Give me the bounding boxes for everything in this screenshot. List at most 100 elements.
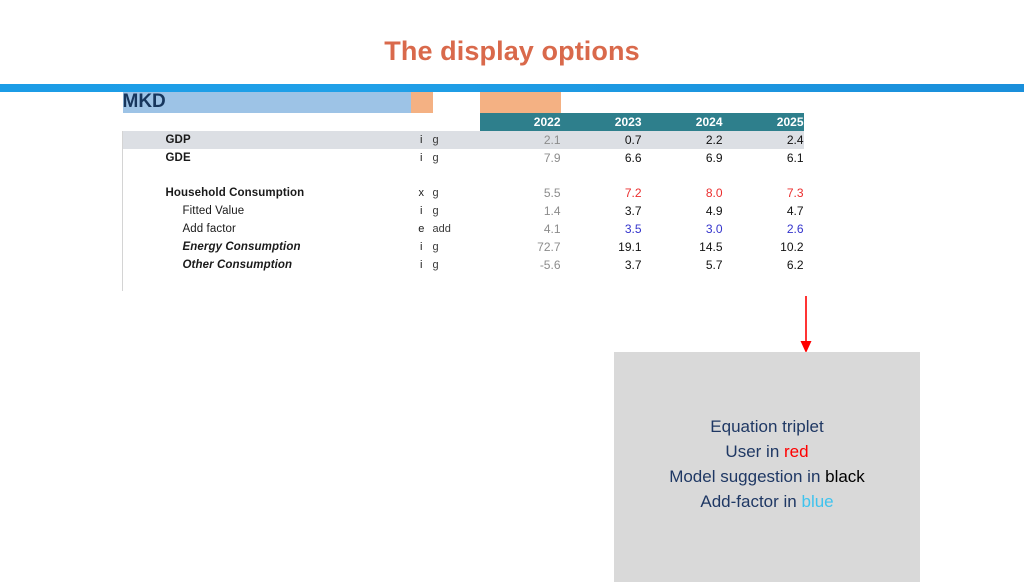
row-type-code: i [420, 204, 423, 217]
value-cell-2023[interactable]: 3.7 [561, 202, 642, 220]
year-header-2022: 2022 [479, 112, 561, 131]
banner-cell-2025[interactable] [722, 92, 804, 113]
value-cell-2024[interactable] [642, 167, 723, 184]
value-cell-2023[interactable] [561, 274, 642, 291]
row-stub-cell[interactable] [122, 166, 166, 184]
value-cell-2024[interactable]: 8.0 [642, 184, 723, 202]
value-cell-2024[interactable]: 6.9 [642, 149, 723, 167]
value-cell-2024[interactable]: 14.5 [642, 238, 722, 256]
value-cell-2025[interactable]: 2.6 [723, 220, 804, 238]
year-header-unit [432, 112, 478, 131]
value-cell-2023[interactable]: 6.6 [561, 149, 642, 167]
value-cell-2022[interactable] [480, 167, 561, 184]
value-cell-2025[interactable]: 2.4 [722, 130, 804, 149]
row-label: Household Consumption [165, 186, 305, 199]
callout-box: Equation triplet User in red Model sugge… [614, 352, 920, 582]
row-unit-code [433, 274, 478, 291]
row-type-code [411, 274, 433, 291]
value-cell-2025[interactable] [723, 274, 804, 291]
row-stub-cell[interactable] [122, 219, 166, 238]
table-row [122, 273, 804, 291]
row-stub-cell[interactable] [122, 201, 166, 220]
banner-cell-2024[interactable] [641, 92, 723, 113]
value-cell-2024[interactable]: 2.2 [641, 130, 723, 149]
value-cell-2022[interactable] [480, 274, 561, 291]
row-label: Add factor [182, 222, 236, 235]
sheet-banner-label: MKD [122, 91, 411, 113]
value-cell-2024[interactable]: 3.0 [642, 220, 723, 238]
callout-line-2-highlight: red [784, 442, 809, 461]
table-row: Household Consumption x g 5.5 7.2 8.0 7.3 [122, 183, 804, 202]
callout-line-2-prefix: User in [725, 442, 784, 461]
row-stub-cell[interactable] [122, 130, 166, 149]
row-unit-code: g [432, 151, 439, 164]
row-type-code: i [420, 240, 423, 253]
row-label: GDP [165, 130, 411, 149]
table-row: Fitted Value i g 1.4 3.7 4.9 4.7 [122, 201, 804, 220]
row-stub-cell[interactable] [122, 237, 166, 256]
row-type-code: e [418, 222, 425, 235]
value-cell-2025[interactable] [723, 167, 804, 184]
value-cell-2022[interactable]: 4.1 [480, 220, 561, 238]
forecast-table: MKD 2022 2023 2024 2025 GDP i g 2.1 0.7 2.2 2.4 GDE i… [122, 91, 804, 291]
year-header-type [410, 112, 433, 131]
row-unit-code: g [432, 186, 439, 199]
value-cell-2023[interactable]: 3.7 [561, 256, 642, 274]
row-type-code [411, 167, 433, 184]
value-cell-2024[interactable]: 5.7 [642, 256, 723, 274]
banner-cell-unit[interactable] [432, 92, 478, 113]
value-cell-2023[interactable]: 3.5 [561, 220, 642, 238]
value-cell-2022[interactable]: 5.5 [480, 184, 561, 202]
row-label: Fitted Value [182, 204, 245, 217]
row-label: Other Consumption [182, 258, 293, 271]
table-row: Add factor e add 4.1 3.5 3.0 2.6 [122, 219, 804, 238]
callout-line-3: Model suggestion in black [614, 464, 920, 489]
row-type-code: i [420, 151, 423, 164]
callout-line-3-highlight: black [825, 467, 865, 486]
value-cell-2025[interactable]: 4.7 [723, 202, 804, 220]
value-cell-2025[interactable]: 6.2 [723, 256, 804, 274]
callout-line-4-highlight: blue [801, 492, 834, 511]
row-type-code: x [418, 186, 425, 199]
banner-cell-2023[interactable] [560, 92, 642, 113]
callout-line-4: Add-factor in blue [614, 489, 920, 514]
value-cell-2023[interactable]: 0.7 [560, 130, 642, 149]
callout-line-1: Equation triplet [710, 417, 824, 436]
year-header-stub [122, 112, 411, 131]
row-label: GDE [165, 151, 191, 164]
value-cell-2024[interactable] [642, 274, 723, 291]
spreadsheet-panel: MKD 2022 2023 2024 2025 GDP i g 2.1 0.7 2.2 2.4 GDE i… [122, 91, 804, 291]
value-cell-2022[interactable]: 72.7 [480, 238, 560, 256]
callout-line-3-prefix: Model suggestion in [669, 467, 826, 486]
highlight-cell-2022[interactable] [479, 92, 561, 113]
value-cell-2022[interactable]: 2.1 [479, 130, 561, 149]
value-cell-2025[interactable]: 7.3 [723, 184, 804, 202]
sheet-banner-row: MKD [122, 91, 804, 113]
row-stub-cell[interactable] [122, 183, 166, 202]
value-cell-2025[interactable]: 6.1 [723, 149, 804, 167]
row-label: Energy Consumption [182, 240, 301, 253]
row-stub-cell[interactable] [122, 255, 166, 274]
row-unit-code: g [432, 130, 478, 149]
callout-arrow-icon [800, 296, 812, 353]
row-unit-code [433, 167, 478, 184]
value-cell-2023[interactable] [561, 167, 642, 184]
value-cell-2023[interactable]: 7.2 [561, 184, 642, 202]
table-row: GDP i g 2.1 0.7 2.2 2.4 [122, 130, 804, 149]
value-cell-2022[interactable]: 7.9 [480, 149, 561, 167]
value-cell-2025[interactable]: 10.2 [723, 238, 803, 256]
row-unit-code: g [432, 204, 439, 217]
callout-line-4-prefix: Add-factor in [700, 492, 802, 511]
row-unit-code: g [432, 258, 439, 271]
value-cell-2023[interactable]: 19.1 [561, 238, 641, 256]
value-cell-2022[interactable]: -5.6 [480, 256, 561, 274]
row-unit-code: g [432, 240, 439, 253]
row-type-code: i [410, 130, 433, 149]
row-stub-cell[interactable] [122, 148, 166, 167]
row-stub-cell[interactable] [122, 273, 166, 291]
highlight-cell-type[interactable] [410, 92, 433, 113]
table-row: Other Consumption i g -5.6 3.7 5.7 6.2 [122, 255, 804, 274]
callout-line-2: User in red [614, 439, 920, 464]
value-cell-2022[interactable]: 1.4 [480, 202, 561, 220]
value-cell-2024[interactable]: 4.9 [642, 202, 723, 220]
